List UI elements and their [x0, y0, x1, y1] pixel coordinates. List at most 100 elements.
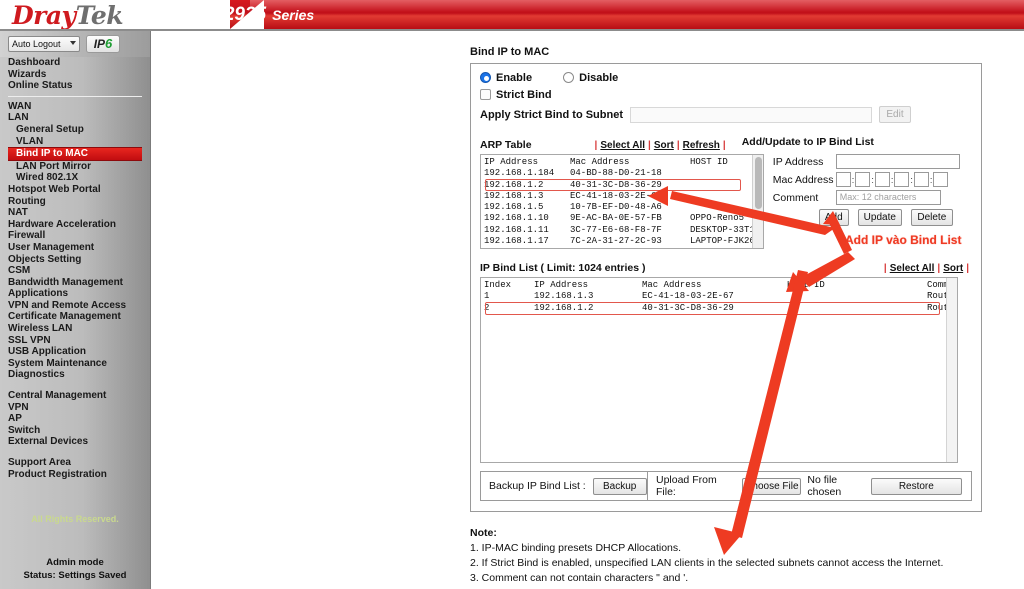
table-row[interactable]: 192.168.1.5 10-7B-EF-D0-48-A6	[484, 202, 763, 213]
bind-cell-ip: 192.168.1.2	[534, 302, 594, 313]
sidebar-item-ssl-vpn[interactable]: SSL VPN	[0, 335, 150, 347]
bind-select-all-link[interactable]: Select All	[890, 263, 935, 274]
disable-radio-option[interactable]: Disable	[563, 72, 618, 84]
arp-cell-ip: 192.168.1.5	[484, 202, 544, 213]
arp-cell-mac: 04-BD-88-D0-21-18	[570, 168, 662, 179]
arp-cell-ip: 192.168.1.2	[484, 179, 544, 190]
table-row[interactable]: 192.168.1.1928-E3-47-71-F7-65Cuong	[484, 247, 763, 248]
ip-address-label: IP Address	[772, 155, 824, 168]
sidebar-item-bandwidth-management[interactable]: Bandwidth Management	[0, 277, 150, 289]
sidebar-item-ap[interactable]: AP	[0, 413, 150, 425]
sidebar-item-product-registration[interactable]: Product Registration	[0, 469, 150, 481]
sidebar-item-nat[interactable]: NAT	[0, 207, 150, 219]
sidebar-item-csm[interactable]: CSM	[0, 265, 150, 277]
sidebar-item-bind-ip-to-mac[interactable]: Bind IP to MAC	[8, 147, 142, 161]
enable-radio-option[interactable]: Enable	[480, 72, 535, 84]
rights-text: All Rights Reserved.	[31, 514, 119, 524]
mac-segment-input-6[interactable]	[933, 172, 949, 187]
table-row[interactable]: 192.168.1.184 04-BD-88-D0-21-18	[484, 168, 763, 179]
strict-bind-row[interactable]: Strict Bind	[480, 89, 972, 101]
mac-segment-input-5[interactable]	[913, 172, 929, 187]
sidebar-item-wired-802-1x[interactable]: Wired 802.1X	[0, 172, 150, 184]
table-row[interactable]: 192.168.1.3 EC-41-18-03-2E-67	[484, 191, 763, 202]
sidebar-item-routing[interactable]: Routing	[0, 196, 150, 208]
mac-segment-input-3[interactable]	[874, 172, 890, 187]
logo-tek: Tek	[75, 1, 124, 30]
link-divider: |	[648, 140, 651, 151]
table-row[interactable]: 192.168.1.17 7C-2A-31-27-2C-93 LAPTOP-FJK2…	[484, 236, 763, 247]
sidebar-item-vpn-and-remote-access[interactable]: VPN and Remote Access	[0, 300, 150, 312]
bind-sort-link[interactable]: Sort	[943, 263, 963, 274]
table-row[interactable]: 192.168.1.2 40-31-3C-D8-36-29	[484, 178, 763, 191]
sidebar-item-lan[interactable]: LAN	[0, 112, 150, 124]
update-button[interactable]: Update	[857, 209, 902, 226]
sidebar-item-firewall[interactable]: Firewall	[0, 230, 150, 242]
edit-subnet-button[interactable]: Edit	[879, 106, 911, 123]
sidebar-item-dashboard[interactable]: Dashboard	[0, 57, 150, 69]
mode-radio-group: Enable Disable	[480, 72, 972, 84]
arp-header-host: HOST ID	[690, 157, 728, 167]
sidebar-item-central-management[interactable]: Central Management	[0, 390, 150, 402]
arp-cell-mac: 3C-77-E6-68-F8-7F	[570, 224, 662, 235]
sidebar-item-user-management[interactable]: User Management	[0, 242, 150, 254]
note-header: Note:	[470, 527, 497, 539]
sidebar-item-switch[interactable]: Switch	[0, 425, 150, 437]
mac-colon-separator: :	[851, 174, 855, 185]
sidebar-item-wan[interactable]: WAN	[0, 101, 150, 113]
sidebar-item-wizards[interactable]: Wizards	[0, 69, 150, 81]
sidebar-item-applications[interactable]: Applications	[0, 288, 150, 300]
mac-segment-input-2[interactable]	[855, 172, 871, 187]
add-update-title: Add/Update to IP Bind List	[741, 136, 874, 148]
bind-list-scrollbar[interactable]	[946, 278, 957, 462]
ip-address-input[interactable]	[835, 154, 960, 169]
choose-file-button[interactable]: Choose File	[742, 477, 802, 495]
sidebar-item-general-setup[interactable]: General Setup	[0, 124, 150, 136]
sidebar-item-online-status[interactable]: Online Status	[0, 80, 150, 92]
comment-input[interactable]: Max: 12 characters	[835, 190, 941, 205]
arp-table[interactable]: IP Address Mac Address HOST ID 192.168.1.18…	[480, 154, 764, 249]
arp-sort-link[interactable]: Sort	[654, 140, 674, 151]
sidebar-item-usb-application[interactable]: USB Application	[0, 346, 150, 358]
bind-cell-mac: EC-41-18-03-2E-67	[642, 291, 734, 302]
ipv6-button[interactable]: IP6	[86, 35, 120, 53]
sidebar-item-certificate-management[interactable]: Certificate Management	[0, 311, 150, 323]
table-row[interactable]: 192.168.1.10 9E-AC-BA-0E-57-FB OPPO-Reno5	[484, 213, 763, 224]
add-button[interactable]: Add	[818, 209, 849, 226]
sidebar-footer: Admin mode Status: Settings Saved	[0, 556, 150, 582]
sidebar-item-support-area[interactable]: Support Area	[0, 457, 150, 469]
table-row[interactable]: 2192.168.1.240-31-3C-D8-36-29Router 2	[484, 301, 957, 315]
disable-radio[interactable]	[563, 72, 575, 83]
sidebar-item-hotspot-web-portal[interactable]: Hotspot Web Portal	[0, 184, 150, 196]
delete-button[interactable]: Delete	[910, 209, 953, 226]
table-row[interactable]: 192.168.1.11 3C-77-E6-68-F8-7F DESKTOP-33T…	[484, 225, 763, 236]
backup-button[interactable]: Backup	[592, 477, 647, 495]
sidebar-item-lan-port-mirror[interactable]: LAN Port Mirror	[0, 161, 150, 173]
table-row[interactable]: 1192.168.1.3EC-41-18-03-2E-67Router 3	[484, 291, 957, 302]
auto-logout-select[interactable]: Auto Logout	[8, 36, 80, 52]
mac-segment-input-4[interactable]	[894, 172, 910, 187]
arp-scrollbar-thumb[interactable]	[754, 157, 762, 209]
bind-cell-ip: 192.168.1.3	[534, 291, 594, 302]
arp-cell-mac: 9E-AC-BA-0E-57-FB	[570, 213, 662, 224]
apply-subnet-input[interactable]	[630, 106, 872, 123]
mac-segment-input-1[interactable]	[835, 172, 851, 187]
arp-refresh-link[interactable]: Refresh	[683, 140, 720, 151]
link-divider: |	[594, 140, 598, 151]
upload-section: Upload From File: Choose File No file ch…	[648, 472, 971, 500]
sidebar-item-vpn[interactable]: VPN	[0, 402, 150, 414]
ip-bind-list-table[interactable]: IndexIP AddressMac AddressHost IDComment…	[480, 277, 958, 463]
sidebar-item-vlan[interactable]: VLAN	[0, 136, 150, 148]
strict-bind-checkbox[interactable]	[480, 89, 491, 100]
sidebar-item-diagnostics[interactable]: Diagnostics	[0, 369, 150, 381]
arp-select-all-link[interactable]: Select All	[600, 140, 645, 151]
sidebar-item-hardware-acceleration[interactable]: Hardware Acceleration	[0, 219, 150, 231]
sidebar-item-objects-setting[interactable]: Objects Setting	[0, 254, 150, 266]
arp-scrollbar[interactable]	[751, 155, 763, 248]
mac-colon-separator: :	[910, 174, 913, 185]
sidebar-item-system-maintenance[interactable]: System Maintenance	[0, 358, 150, 370]
arp-table-title: ARP Table	[480, 139, 532, 151]
sidebar-item-external-devices[interactable]: External Devices	[0, 436, 150, 448]
sidebar-item-wireless-lan[interactable]: Wireless LAN	[0, 323, 150, 335]
restore-button[interactable]: Restore	[870, 477, 962, 495]
enable-radio[interactable]	[480, 72, 491, 83]
